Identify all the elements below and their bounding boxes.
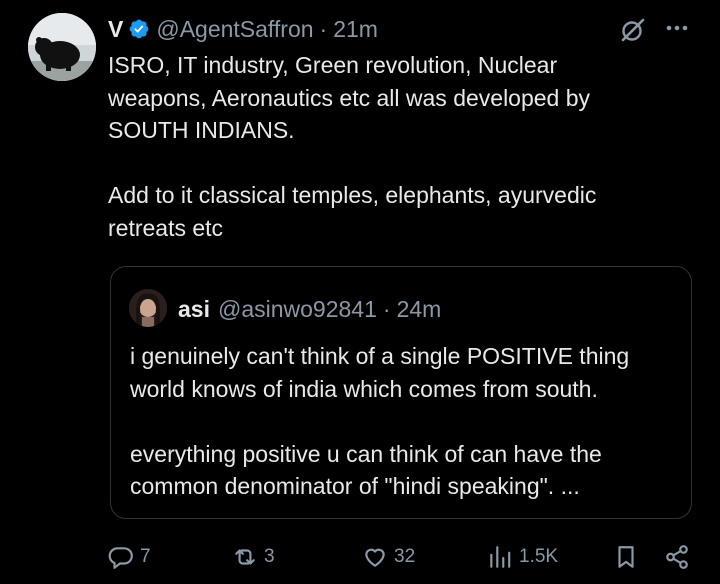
- like-icon: [365, 548, 385, 567]
- share-button[interactable]: [664, 537, 690, 577]
- quoted-timestamp[interactable]: 24m: [397, 296, 442, 323]
- more-icon[interactable]: [663, 16, 691, 40]
- quoted-header: asi @asinwo92841 · 24m: [178, 294, 441, 324]
- bookmark-button[interactable]: [613, 537, 639, 577]
- reply-icon: [108, 547, 133, 569]
- reply-count: 7: [140, 546, 151, 567]
- author-handle[interactable]: @AgentSaffron: [156, 16, 313, 43]
- author-name[interactable]: V: [108, 16, 123, 43]
- quoted-tweet[interactable]: asi @asinwo92841 · 24m i genuinely can't…: [110, 266, 692, 519]
- repost-icon: [235, 549, 255, 565]
- views-icon: [490, 546, 511, 568]
- author-avatar[interactable]: [28, 13, 96, 81]
- quoted-author-avatar[interactable]: [129, 289, 167, 327]
- tweet-text: ISRO, IT industry, Green revolution, Nuc…: [108, 52, 597, 241]
- repost-button[interactable]: 3: [232, 537, 275, 577]
- like-button[interactable]: 32: [362, 537, 415, 577]
- share-icon: [666, 545, 688, 569]
- quoted-author-handle[interactable]: @asinwo92841: [218, 296, 377, 323]
- tweet[interactable]: V @AgentSaffron · 21m ISRO, IT industry,…: [0, 0, 720, 584]
- bookmark-icon: [618, 546, 634, 568]
- grok-icon[interactable]: [620, 17, 646, 43]
- views-count: 1.5K: [519, 546, 559, 567]
- header-separator: ·: [319, 15, 328, 42]
- quoted-text: i genuinely can't think of a single POSI…: [130, 343, 630, 499]
- tweet-timestamp[interactable]: 21m: [333, 16, 378, 43]
- quoted-header-separator: ·: [382, 295, 391, 322]
- verified-badge-icon: [129, 19, 149, 39]
- tweet-header: V @AgentSaffron · 21m: [108, 14, 378, 44]
- quoted-author-name[interactable]: asi: [178, 296, 210, 323]
- action-bar: 7 3 32 1.5K: [0, 537, 720, 577]
- like-count: 32: [394, 546, 416, 567]
- repost-count: 3: [264, 546, 275, 567]
- reply-button[interactable]: 7: [108, 537, 151, 577]
- views-button[interactable]: 1.5K: [487, 537, 558, 577]
